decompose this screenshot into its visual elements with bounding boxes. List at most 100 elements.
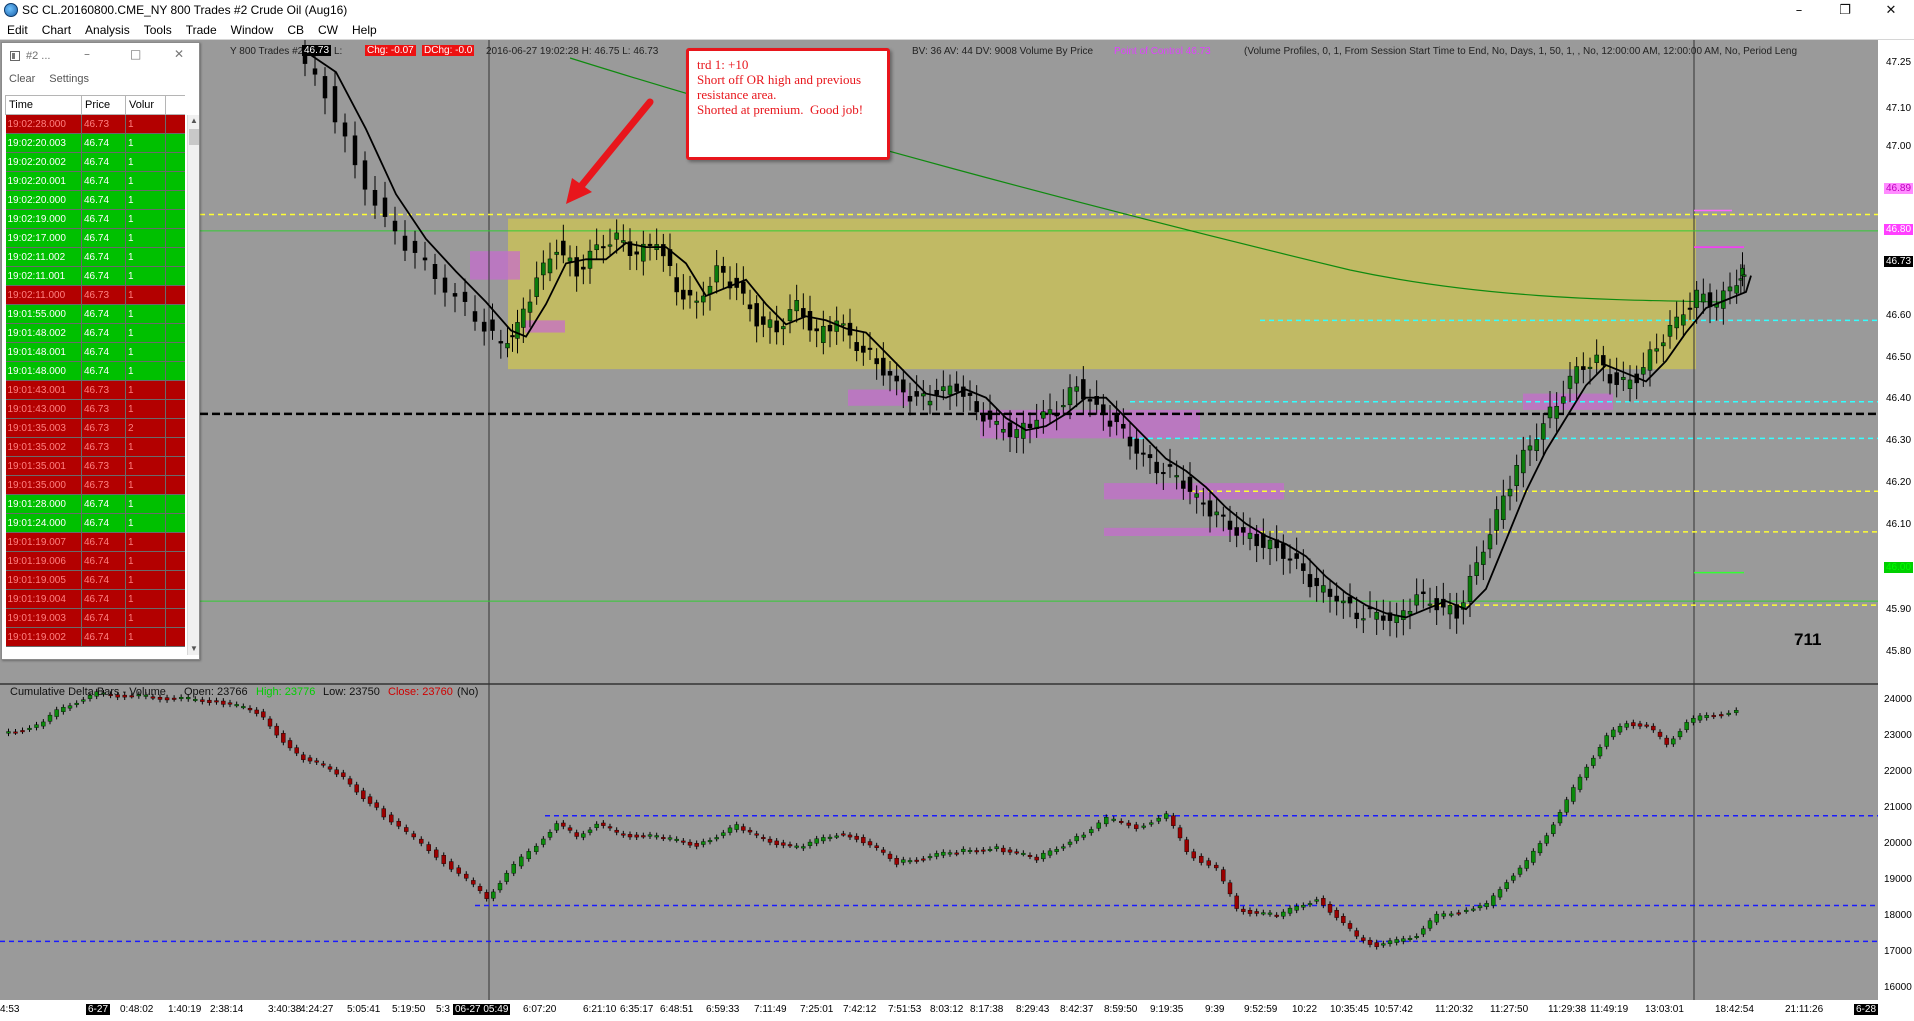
ts-row[interactable]: 19:02:19.000 46.74 1 — [5, 209, 185, 229]
time-axis-label: 6-27 — [86, 1004, 111, 1015]
ts-row[interactable]: 19:01:35.003 46.73 2 — [5, 418, 185, 438]
ts-col-price[interactable]: Price — [81, 95, 126, 115]
scroll-thumb[interactable] — [189, 129, 199, 145]
scroll-down-icon[interactable]: ▼ — [188, 643, 200, 655]
delta-candle-body — [27, 727, 32, 730]
ts-cell-extra — [165, 399, 185, 419]
ts-row[interactable]: 19:01:43.001 46.73 1 — [5, 380, 185, 400]
ts-cell-vol: 1 — [125, 608, 166, 628]
time-axis-label: 5:05:41 — [347, 1004, 381, 1015]
ts-row[interactable]: 19:01:19.006 46.74 1 — [5, 551, 185, 571]
restore-button[interactable]: ❐ — [1822, 0, 1868, 20]
ts-cell-price: 46.74 — [81, 247, 126, 267]
ts-cell-vol: 1 — [125, 209, 166, 229]
candle-body — [1114, 414, 1119, 423]
candle-body — [594, 244, 599, 251]
menu-chart[interactable]: Chart — [35, 20, 78, 40]
delta-candle-body — [1261, 912, 1266, 915]
ts-window-icon — [10, 51, 20, 61]
menu-analysis[interactable]: Analysis — [78, 20, 137, 40]
time-axis-label: 2:38:14 — [210, 1004, 244, 1015]
ts-row[interactable]: 19:01:35.000 46.73 1 — [5, 475, 185, 495]
ts-row[interactable]: 19:02:20.003 46.74 1 — [5, 133, 185, 153]
time-axis-label: 8:03:12 — [930, 1004, 964, 1015]
ts-row[interactable]: 19:02:28.000 46.73 1 — [5, 114, 185, 134]
candle-body — [1661, 342, 1666, 347]
delta-candle-body — [687, 841, 693, 846]
chart-area[interactable]: Y 800 Trades #2 46.73 L: Chg: -0.07 DChg… — [0, 40, 1914, 1021]
ts-minimize-button[interactable]: – — [84, 47, 90, 61]
ts-close-button[interactable]: ✕ — [174, 47, 184, 61]
ts-col-volume[interactable]: Volur — [125, 95, 166, 115]
candle-body — [342, 122, 348, 137]
ts-grid[interactable]: Time Price Volur 19:02:28.000 46.73 1 19:02… — [5, 95, 185, 655]
ts-row[interactable]: 19:01:43.000 46.73 1 — [5, 399, 185, 419]
delta-candle-body — [1657, 731, 1663, 737]
time-and-sales-window[interactable]: #2 ... – □ ✕ Clear Settings Time Price V… — [1, 42, 200, 660]
ts-cell-time: 19:01:19.007 — [5, 532, 82, 552]
ts-row[interactable]: 19:02:11.002 46.74 1 — [5, 247, 185, 267]
menu-cb[interactable]: CB — [280, 20, 311, 40]
delta-candle-body — [301, 754, 306, 760]
delta-candle-body — [1477, 905, 1483, 909]
ts-titlebar[interactable]: #2 ... – □ ✕ — [2, 43, 199, 69]
ts-cell-vol: 1 — [125, 133, 166, 153]
delta-candle-body — [1081, 834, 1086, 838]
menu-edit[interactable]: Edit — [0, 20, 35, 40]
ts-clear-button[interactable]: Clear — [9, 73, 35, 85]
ts-row[interactable]: 19:01:24.000 46.74 1 — [5, 513, 185, 533]
ts-settings-button[interactable]: Settings — [49, 73, 89, 85]
ts-row[interactable]: 19:01:19.005 46.74 1 — [5, 570, 185, 590]
candle-body — [1001, 429, 1006, 433]
ts-row[interactable]: 19:02:20.001 46.74 1 — [5, 171, 185, 191]
ts-row[interactable]: 19:01:55.000 46.74 1 — [5, 304, 185, 324]
ts-col-time[interactable]: Time — [5, 95, 82, 115]
ts-row[interactable]: 19:01:28.000 46.74 1 — [5, 494, 185, 514]
menu-cw[interactable]: CW — [311, 20, 345, 40]
delta-candle-body — [627, 834, 633, 838]
ts-row[interactable]: 19:02:20.002 46.74 1 — [5, 152, 185, 172]
delta-candle-body — [754, 833, 759, 836]
candle-body — [874, 358, 879, 365]
candle-body — [741, 281, 746, 294]
ts-row[interactable]: 19:02:11.000 46.73 1 — [5, 285, 185, 305]
delta-candle-body — [1684, 722, 1689, 730]
menu-window[interactable]: Window — [224, 20, 281, 40]
candle-body — [1541, 423, 1546, 440]
candle-body — [1501, 495, 1506, 520]
menu-help[interactable]: Help — [345, 20, 384, 40]
ts-row[interactable]: 19:01:19.004 46.74 1 — [5, 589, 185, 609]
price-label: 46.60 — [1886, 310, 1912, 321]
ts-restore-button[interactable]: □ — [130, 47, 141, 61]
delta-candle-body — [67, 705, 73, 709]
delta-candle-body — [921, 858, 926, 861]
ts-row[interactable]: 19:01:48.000 46.74 1 — [5, 361, 185, 381]
delta-candle-body — [1007, 849, 1013, 853]
minimize-button[interactable]: – — [1776, 0, 1822, 20]
ts-row[interactable]: 19:01:19.007 46.74 1 — [5, 532, 185, 552]
chart-canvas[interactable] — [0, 40, 1914, 1021]
ts-row[interactable]: 19:02:11.001 46.74 1 — [5, 266, 185, 286]
menu-trade[interactable]: Trade — [179, 20, 224, 40]
ts-row[interactable]: 19:01:48.001 46.74 1 — [5, 342, 185, 362]
ts-row[interactable]: 19:01:19.003 46.74 1 — [5, 608, 185, 628]
ts-cell-vol: 1 — [125, 342, 166, 362]
ts-row[interactable]: 19:02:20.000 46.74 1 — [5, 190, 185, 210]
ts-cell-time: 19:01:48.001 — [5, 342, 82, 362]
delta-candle-body — [347, 778, 353, 785]
ts-row[interactable]: 19:01:35.002 46.73 1 — [5, 437, 185, 457]
scroll-up-icon[interactable]: ▲ — [188, 115, 200, 127]
ts-cell-extra — [165, 285, 185, 305]
ts-row[interactable]: 19:01:48.002 46.74 1 — [5, 323, 185, 343]
ts-row[interactable]: 19:01:19.002 46.74 1 — [5, 627, 185, 647]
ts-row[interactable]: 19:02:17.000 46.74 1 — [5, 228, 185, 248]
menu-tools[interactable]: Tools — [137, 20, 179, 40]
delta-candle-body — [1267, 912, 1273, 915]
close-button[interactable]: ✕ — [1868, 0, 1914, 20]
delta-candle-body — [241, 706, 246, 709]
delta-candle-body — [801, 846, 806, 849]
time-axis-label: 11:29:38 — [1548, 1004, 1587, 1015]
ts-cell-time: 19:02:20.002 — [5, 152, 82, 172]
ts-row[interactable]: 19:01:35.001 46.73 1 — [5, 456, 185, 476]
ts-scrollbar[interactable]: ▲ ▼ — [187, 115, 199, 655]
